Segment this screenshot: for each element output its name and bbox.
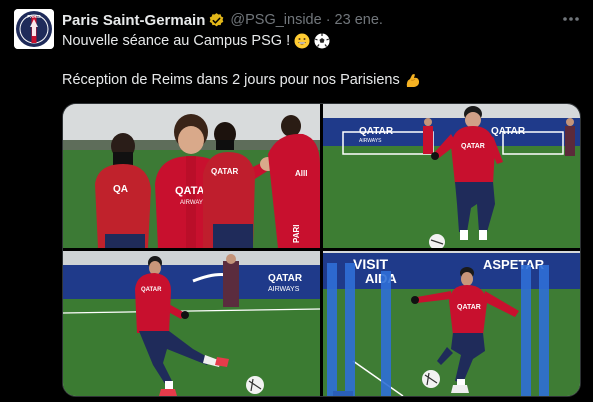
avatar-logo-text: PARIS <box>27 14 40 19</box>
photo-1-sign-pari: PARI <box>292 224 301 243</box>
photo-2-sign-airways: AIRWAYS <box>359 138 382 144</box>
verified-badge-icon[interactable] <box>208 12 225 29</box>
photo-1-sign-airways: AIRWAYS <box>180 200 207 206</box>
photo-3[interactable]: QATAR AIRWAYS QATAR <box>63 251 320 396</box>
tweet-text-2: Réception de Reims dans 2 jours pour nos… <box>62 72 400 88</box>
tweet-header: Paris Saint-Germain @PSG_inside · 23 ene… <box>62 10 383 30</box>
avatar[interactable]: PARIS <box>14 9 54 49</box>
more-options-icon[interactable] <box>560 10 582 28</box>
photo-4-sign-visit: VISIT <box>353 256 388 272</box>
photo-2-sign-qatar-shirt: QATAR <box>461 143 485 150</box>
tweet-text-line-1: Nouvelle séance au Campus PSG ! <box>62 33 330 49</box>
photo-3-sign-qatar-shirt: QATAR <box>141 287 162 293</box>
media-grid[interactable]: QA QATAR AIRWAYS QATAR Alll PARI QATAR A… <box>62 103 581 397</box>
tweet-text-1: Nouvelle séance au Campus PSG ! <box>62 33 291 49</box>
tweet[interactable]: PARIS Paris Saint-Germain @PSG_inside · … <box>0 0 593 402</box>
flexed-biceps-emoji-icon <box>404 72 420 88</box>
photo-4-sign-aspetar: ASPETAR <box>483 257 545 272</box>
tweet-date[interactable]: 23 ene. <box>335 12 383 28</box>
grinning-face-emoji-icon <box>294 33 310 49</box>
photo-4[interactable]: VISIT AIDA ASPETAR QATAR <box>323 251 580 396</box>
soccer-ball-emoji-icon <box>314 33 330 49</box>
photo-1-sign-qatar-2: QATAR <box>211 167 238 176</box>
tweet-text-line-2: Réception de Reims dans 2 jours pour nos… <box>62 72 420 88</box>
photo-3-sign-qatar: QATAR <box>268 273 303 284</box>
photo-1[interactable]: QA QATAR AIRWAYS QATAR Alll PARI <box>63 104 320 248</box>
photo-1-sign-qa: QA <box>113 184 128 195</box>
photo-1-sign-alll: Alll <box>295 169 307 178</box>
photo-2[interactable]: QATAR AIRWAYS QATAR QATAR <box>323 104 580 248</box>
photo-3-sign-airways: AIRWAYS <box>268 286 300 293</box>
author-name[interactable]: Paris Saint-Germain <box>62 12 205 29</box>
photo-4-sign-qatar-shirt: QATAR <box>457 304 481 311</box>
author-handle[interactable]: @PSG_inside <box>230 12 321 28</box>
psg-logo-icon: PARIS <box>14 9 54 49</box>
separator-dot: · <box>325 12 331 28</box>
